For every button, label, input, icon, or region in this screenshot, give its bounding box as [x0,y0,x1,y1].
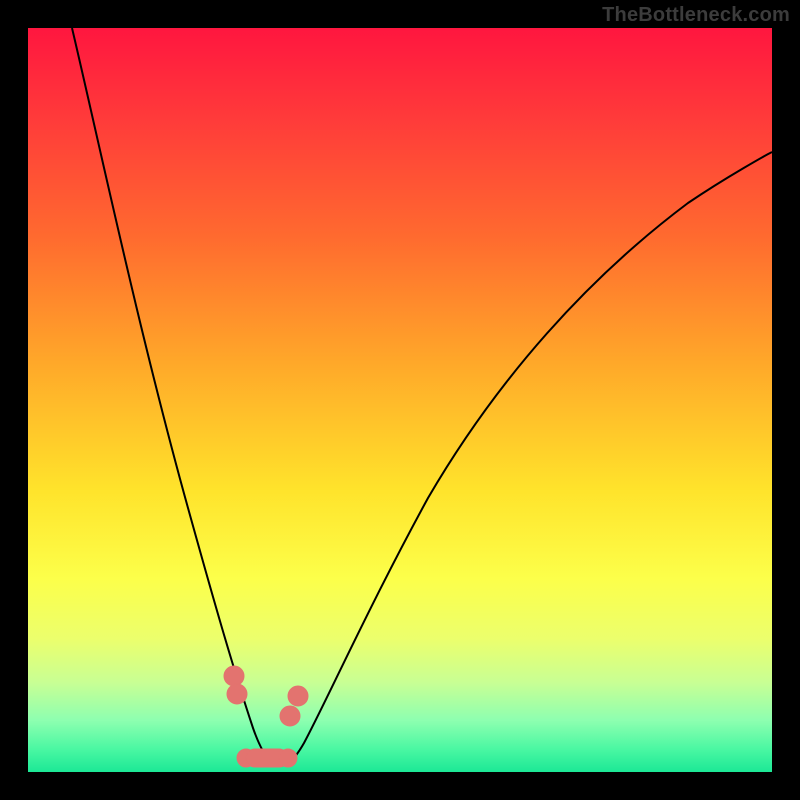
watermark-text: TheBottleneck.com [602,4,790,27]
plot-area [28,28,772,772]
marker-trough-bar [237,749,297,767]
bottleneck-curve [72,28,772,766]
chart-overlay [28,28,772,772]
marker-cluster-right [280,686,308,726]
marker-cluster-left [224,666,247,704]
chart-frame: TheBottleneck.com [0,0,800,800]
